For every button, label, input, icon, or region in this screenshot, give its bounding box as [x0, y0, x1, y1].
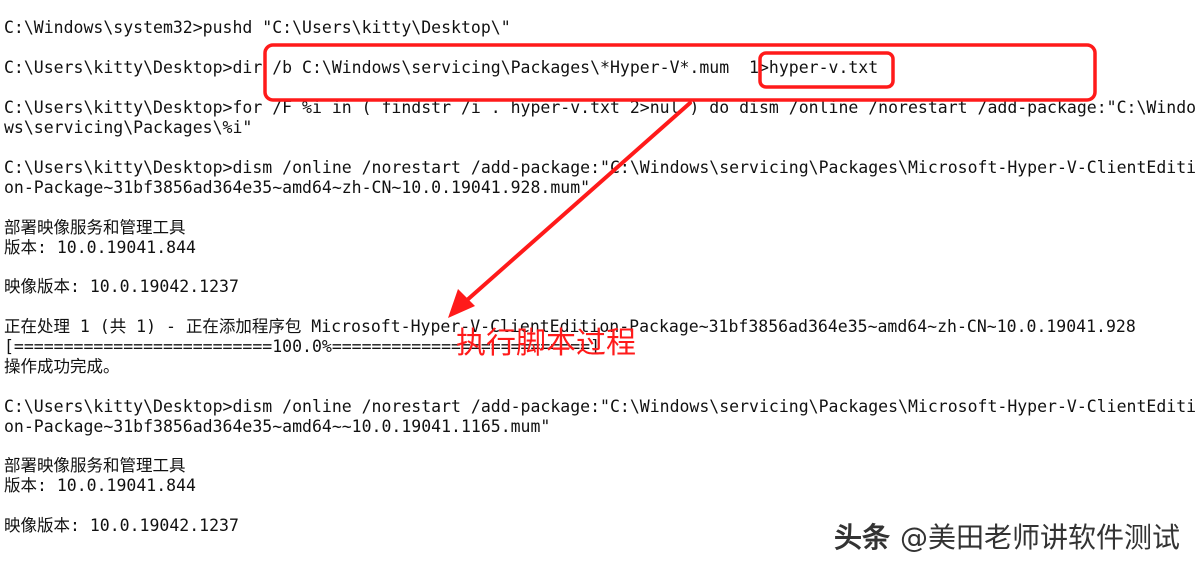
console-line: 部署映像服务和管理工具	[4, 456, 186, 475]
console-line: 部署映像服务和管理工具	[4, 218, 186, 237]
watermark-brand: 头条	[833, 521, 890, 554]
console-line: 版本: 10.0.19041.844	[4, 238, 196, 257]
annotation-label: 执行脚本过程	[456, 326, 636, 361]
console-line: 映像版本: 10.0.19042.1237	[4, 516, 239, 535]
console-line: C:\Users\kitty\Desktop>dism /online /nor…	[4, 397, 1197, 416]
watermark-handle: @美田老师讲软件测试	[899, 521, 1180, 554]
console-line: C:\Windows\system32>pushd "C:\Users\kitt…	[4, 18, 511, 37]
console-line: on-Package~31bf3856ad364e35~amd64~~10.0.…	[4, 417, 551, 436]
console-line: 操作成功完成。	[4, 357, 120, 376]
console-window[interactable]: C:\Windows\system32>pushd "C:\Users\kitt…	[0, 0, 1200, 573]
console-line: C:\Users\kitty\Desktop>dism /online /nor…	[4, 158, 1197, 177]
console-line: 版本: 10.0.19041.844	[4, 476, 196, 495]
console-line: 映像版本: 10.0.19042.1237	[4, 277, 239, 296]
watermark: 头条 @美田老师讲软件测试	[834, 520, 1180, 556]
console-line: ws\servicing\Packages\%i"	[4, 118, 253, 137]
console-line: C:\Users\kitty\Desktop>dir /b C:\Windows…	[4, 58, 879, 77]
console-line: C:\Users\kitty\Desktop>for /F %i in ( fi…	[4, 98, 1197, 117]
console-line: on-Package~31bf3856ad364e35~amd64~zh-CN~…	[4, 178, 591, 197]
